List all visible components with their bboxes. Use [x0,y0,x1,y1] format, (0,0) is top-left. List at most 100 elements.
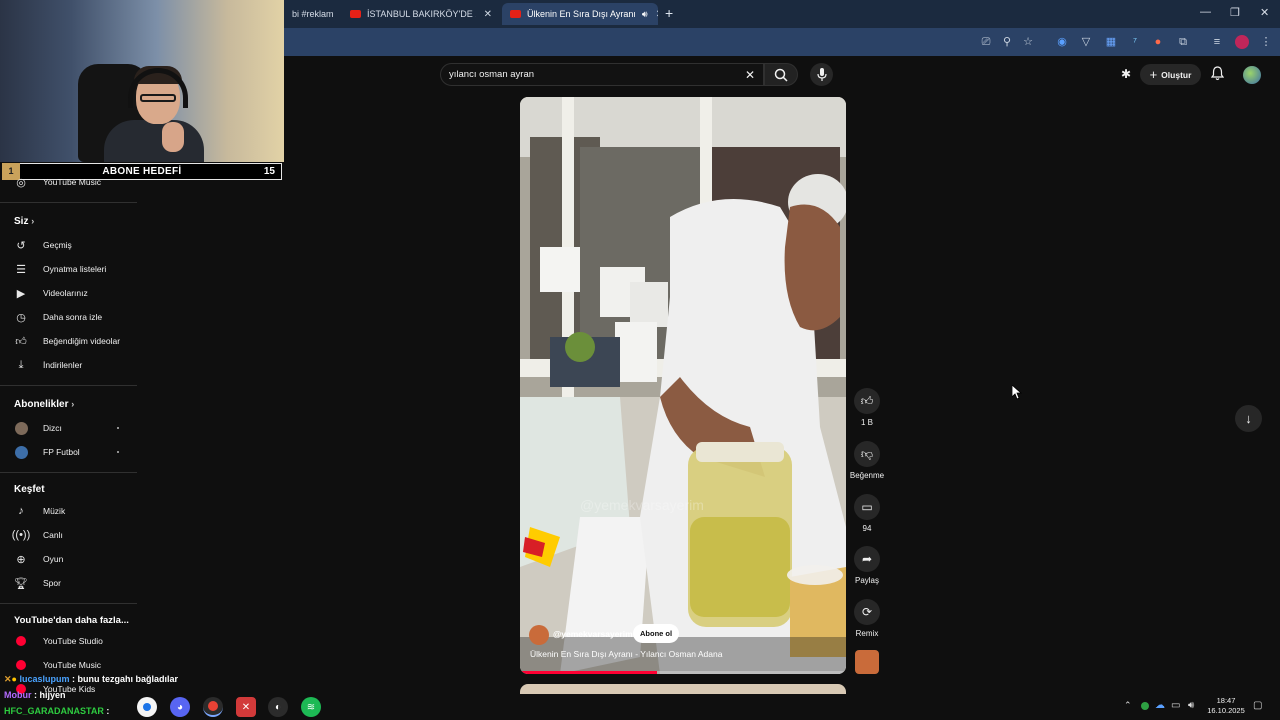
discord-icon[interactable]: ◕ [170,697,190,717]
sidebar-section-you[interactable]: Siz › [14,216,34,227]
chat-message: HFC_GARADANASTAR : [4,706,109,716]
next-short-button[interactable]: ↓ [1235,405,1262,432]
sidebar-section-subscriptions[interactable]: Abonelikler › [14,399,74,410]
search-box[interactable]: ✕ [440,63,764,86]
dislike-button[interactable]: 👎︎ [854,441,880,467]
extension-icon[interactable]: ● [1151,35,1165,49]
extension-icon[interactable]: ◉ [1055,35,1069,49]
chrome-active-icon[interactable] [203,697,223,717]
close-icon[interactable]: ✕ [656,9,658,20]
comment-count: 94 [862,524,872,533]
minimize-icon[interactable]: — [1200,6,1211,18]
sidebar-item-subscription[interactable]: Dizcı [0,417,137,439]
speaker-icon[interactable]: 🔊︎ [642,9,648,20]
channel-avatar[interactable] [529,625,549,645]
divider [0,202,137,203]
dislike-label: Beğenme [849,471,885,480]
sidebar-item-sports[interactable]: 🏆︎ Spor [0,572,137,594]
close-window-icon[interactable]: ✕ [1260,6,1269,19]
like-button[interactable]: 👍︎ [854,388,880,414]
network-icon[interactable]: ▭ [1171,700,1180,711]
extension-icon[interactable]: ▦ [1104,35,1118,49]
bookmark-star-icon[interactable]: ☆ [1021,35,1035,49]
close-icon[interactable]: ✕ [484,9,492,20]
sidebar-item-youtube-studio[interactable]: YouTube Studio [0,630,137,652]
chrome-icon[interactable] [137,697,157,717]
short-video-player[interactable]: @yemekvarsayerim @yemekvarsayerim Abone … [520,97,846,674]
obs-icon[interactable]: ◐ [268,697,288,717]
search-input[interactable] [449,64,729,85]
extensions-puzzle-icon[interactable]: ⧉ [1176,35,1190,49]
sidebar-item-gaming[interactable]: ⊕ Oyun [0,548,137,570]
thumbs-down-icon: 👎︎ [860,446,874,461]
share-button[interactable]: ➦ [854,546,880,572]
sidebar-item-label: Beğendiğim videolar [43,336,121,346]
short-title[interactable]: Ülkenin En Sıra Dışı Ayranı - Yılancı Os… [530,649,722,659]
like-count: 1 B [860,418,873,427]
close-app-icon[interactable]: ✕ [236,697,256,717]
browser-tab[interactable]: İSTANBUL BAKIRKÖY'DE 1 GÜN ✕ [342,3,500,25]
remix-button[interactable]: ⟳ [854,599,880,625]
volume-icon[interactable]: 🔊︎ [1188,700,1194,711]
tray-app-icon[interactable]: ☁ [1155,700,1165,711]
sidebar-item-live[interactable]: ((•)) Canlı [0,524,137,546]
sidebar-item-playlists[interactable]: ☰ Oynatma listeleri [0,258,137,280]
account-avatar[interactable] [1243,66,1261,84]
goal-count: 15 [263,166,275,177]
comment-icon: ▭ [861,500,873,514]
sidebar-item-liked-videos[interactable]: 👍︎ Beğendiğim videolar [0,330,137,352]
create-button[interactable]: + Oluştur [1140,64,1201,85]
chat-username: lucaslupum [19,674,70,684]
menu-icon[interactable]: ⋮ [1259,35,1273,49]
cast-icon[interactable]: ⎚ [979,35,993,49]
plus-icon: + [1149,67,1158,82]
sidebar-item-subscription[interactable]: FP Futbol [0,441,137,463]
voice-search-button[interactable] [810,63,833,86]
new-tab-button[interactable]: + [665,5,673,21]
restore-icon[interactable]: ❐ [1230,6,1240,19]
sidebar-item-history[interactable]: ↺ Geçmiş [0,234,137,256]
tray-app-icon[interactable] [1141,702,1149,710]
history-icon: ↺ [16,239,26,252]
zoom-icon[interactable]: ⚲ [1000,35,1014,49]
tab-title: Ülkenin En Sıra Dışı Ayranı [527,9,636,19]
divider [0,603,137,604]
sidebar-item-your-videos[interactable]: ▶ Videolarınız [0,282,137,304]
extension-icon[interactable]: ▽ [1079,35,1093,49]
media-control-icon[interactable]: ≡ [1210,35,1224,49]
extension-icon[interactable]: ⁷ [1128,35,1142,49]
sidebar-item-label: YouTube Music [43,660,101,670]
sidebar-section-explore: Keşfet [14,484,45,495]
sidebar-item-downloads[interactable]: ⤓ İndirilenler [0,354,137,376]
progress-track[interactable] [520,671,846,674]
new-content-dot [117,451,119,453]
divider [0,472,137,473]
chat-username: Mobur [4,690,32,700]
spotify-icon[interactable]: ≋ [301,697,321,717]
clear-search-icon[interactable]: ✕ [745,68,755,82]
chevron-right-icon: › [31,216,35,226]
browser-tab-active[interactable]: Ülkenin En Sıra Dışı Ayranı 🔊︎ ✕ [502,3,658,25]
youtube-favicon-icon [350,10,361,18]
sidebar-item-music[interactable]: ♪ Müzik [0,500,137,522]
gemini-sparkle-icon[interactable]: ✱ [1121,67,1131,81]
mouse-cursor-icon [1012,385,1022,400]
section-title: Abonelikler [14,399,69,410]
profile-avatar[interactable] [1235,35,1249,49]
subscribe-button[interactable]: Abone ol [633,624,680,643]
sidebar-item-youtube-music[interactable]: ◎ YouTube Music [0,171,137,193]
search-button[interactable] [764,63,798,86]
comments-button[interactable]: ▭ [854,494,880,520]
notification-center-icon[interactable]: ▢ [1253,700,1262,711]
sidebar-item-youtube-music[interactable]: YouTube Music [0,654,137,676]
next-short-preview[interactable] [520,684,846,694]
channel-handle[interactable]: @yemekvarsayerim [553,629,633,639]
sidebar-item-label: Oyun [43,554,64,564]
audio-source-thumbnail[interactable] [855,650,879,674]
thumbs-up-icon: 👍︎ [15,335,27,348]
sidebar-item-watch-later[interactable]: ◷ Daha sonra izle [0,306,137,328]
browser-tab[interactable]: bi #reklam ✕ [284,3,342,25]
system-clock[interactable]: 18:47 16.10.2025 [1203,696,1249,716]
notifications-bell-icon[interactable] [1210,66,1225,86]
tray-chevron-up-icon[interactable]: ⌃ [1124,700,1132,711]
